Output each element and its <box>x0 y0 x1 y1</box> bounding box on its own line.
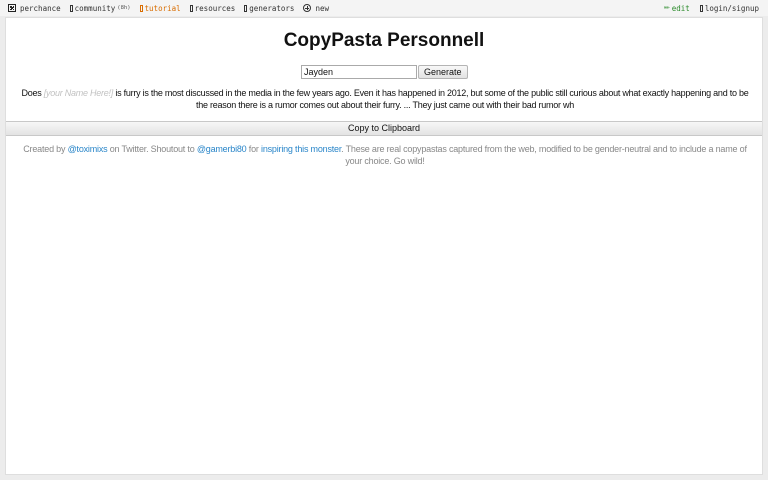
nav-login[interactable]: login/signup <box>699 3 759 13</box>
nav-generators[interactable]: generators <box>244 4 294 13</box>
nav-community-label: community <box>74 3 116 13</box>
nav-right: ✏ edit login/signup <box>654 4 768 13</box>
credits-text-2: on Twitter. Shoutout to <box>107 144 197 154</box>
box-icon <box>139 4 143 12</box>
community-badge: (8h) <box>117 5 131 11</box>
box-icon <box>69 4 73 12</box>
nav-edit-label: edit <box>671 3 690 13</box>
nav-community[interactable]: community (8h) <box>69 3 131 13</box>
nav-new[interactable]: new <box>303 4 329 13</box>
nav-edit[interactable]: ✏ edit <box>664 4 690 13</box>
credits-text-1: Created by <box>23 144 68 154</box>
toximixs-link[interactable]: @toximixs <box>68 144 108 154</box>
nav-tutorial-label: tutorial <box>144 3 181 13</box>
plus-circle-icon <box>303 4 312 12</box>
name-input[interactable] <box>301 65 417 79</box>
nav-login-label: login/signup <box>704 3 759 13</box>
nav-generators-label: generators <box>249 3 295 13</box>
box-icon <box>699 4 703 12</box>
copypasta-output: Does [your Name Here!] is furry is the m… <box>16 88 754 111</box>
pasta-prefix: Does <box>21 88 44 98</box>
top-nav-bar: perchance community (8h) tutorial resour… <box>0 0 768 16</box>
nav-left: perchance community (8h) tutorial resour… <box>0 4 338 13</box>
gamerbi80-link[interactable]: @gamerbi80 <box>197 144 247 154</box>
name-form: Generate <box>301 65 468 79</box>
nav-resources-label: resources <box>194 3 236 13</box>
copy-to-clipboard-button[interactable]: Copy to Clipboard <box>6 121 762 136</box>
box-icon <box>189 4 193 12</box>
credits-text: Created by @toximixs on Twitter. Shoutou… <box>16 144 754 167</box>
page-title: CopyPasta Personnell <box>283 30 485 51</box>
credits-text-3: for <box>246 144 262 154</box>
name-placeholder: [your Name Here!] <box>43 88 114 98</box>
inspiring-link[interactable]: inspiring this monster <box>261 144 341 154</box>
generate-button[interactable]: Generate <box>418 65 468 79</box>
pasta-text: is furry is the most discussed in the me… <box>113 88 749 110</box>
nav-perchance-label: perchance <box>20 3 61 13</box>
pencil-icon: ✏ <box>663 4 670 12</box>
nav-tutorial[interactable]: tutorial <box>139 3 181 13</box>
nav-resources[interactable]: resources <box>189 3 236 13</box>
credits-text-4: . These are real copypastas captured fro… <box>341 144 747 166</box>
dice-logo-icon <box>8 4 16 12</box>
nav-perchance[interactable]: perchance <box>8 4 61 13</box>
nav-new-label: new <box>315 3 329 13</box>
box-icon <box>244 4 248 12</box>
generator-panel: CopyPasta Personnell Generate Does [your… <box>5 17 763 475</box>
